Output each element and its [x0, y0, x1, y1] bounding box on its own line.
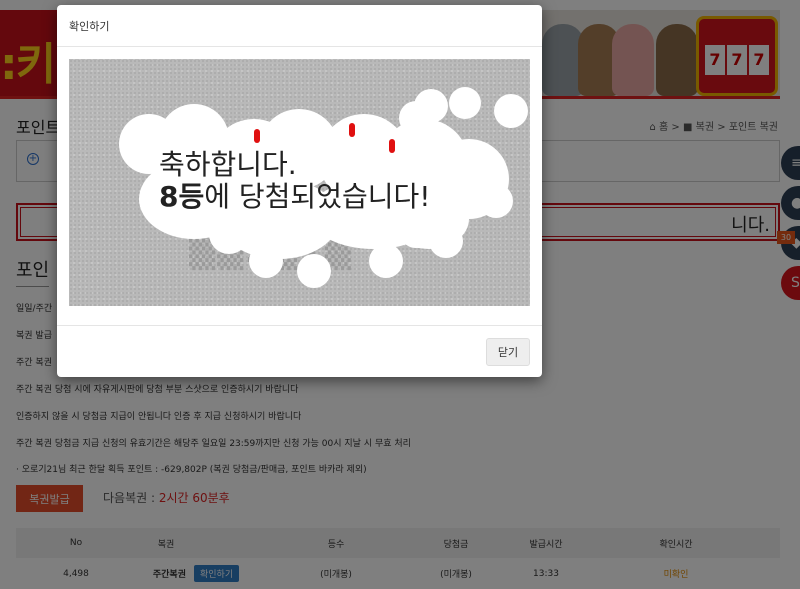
win-result: 8등에 당첨되었습니다! [159, 180, 431, 213]
confirm-modal: 확인하기 ▒▒2▒1▒ 축하합니다. 8등에 당첨되었습니다! [57, 5, 542, 377]
scratch-card[interactable]: ▒▒2▒1▒ 축하합니다. 8등에 당첨되었습니다! [69, 59, 530, 306]
modal-footer: 닫기 [57, 325, 542, 377]
win-message: 축하합니다. 8등에 당첨되었습니다! [159, 149, 430, 213]
close-button[interactable]: 닫기 [486, 338, 530, 366]
modal-title: 확인하기 [57, 5, 542, 47]
win-congrats: 축하합니다. [159, 148, 297, 181]
win-rank: 8등 [159, 180, 205, 213]
